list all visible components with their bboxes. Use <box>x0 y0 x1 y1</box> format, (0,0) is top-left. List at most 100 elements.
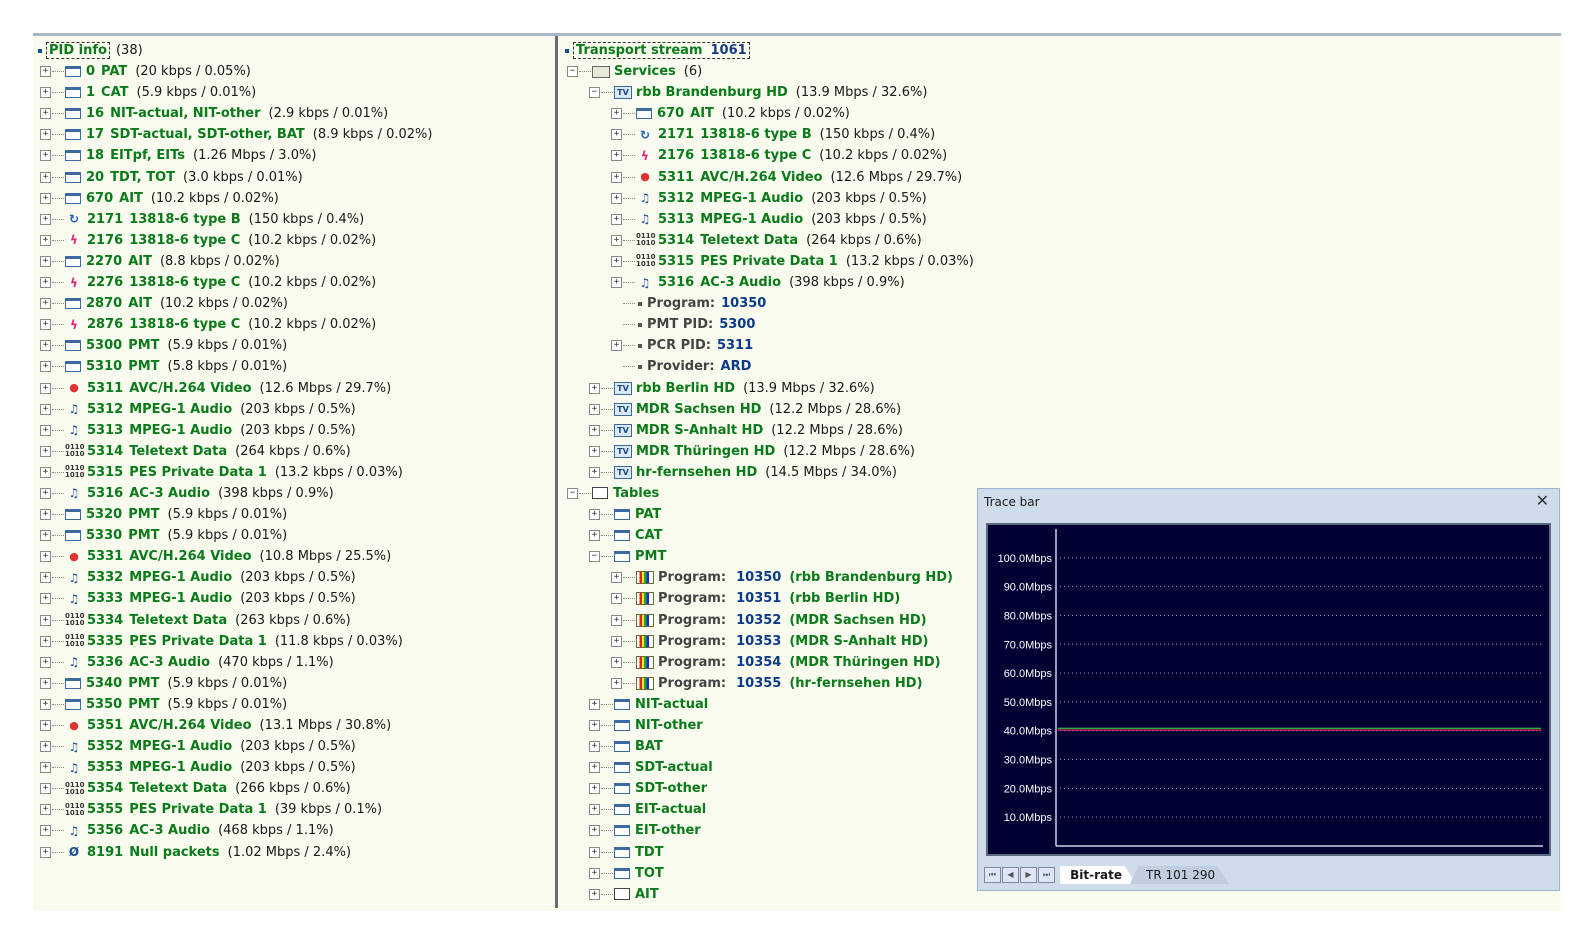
first-page-icon[interactable]: ⏮ <box>984 867 1001 883</box>
pid-row[interactable]: +5300 PMT (5.9 kbps / 0.01%) <box>38 335 548 356</box>
service-property[interactable]: + PCR PID: 5311 <box>565 335 1565 356</box>
expand-toggle[interactable]: + <box>40 277 51 289</box>
pid-info-root[interactable]: PID info (38) <box>38 40 548 61</box>
expand-toggle[interactable]: + <box>589 424 600 436</box>
service-node[interactable]: + TV rbb Berlin HD (13.9 Mbps / 32.6%) <box>565 378 1565 399</box>
pid-row[interactable]: +5320 PMT (5.9 kbps / 0.01%) <box>38 504 548 525</box>
expand-toggle[interactable]: + <box>40 741 51 753</box>
expand-toggle[interactable]: + <box>589 804 600 816</box>
expand-toggle[interactable]: + <box>589 741 600 753</box>
pid-row[interactable]: + ♫ 5313 MPEG-1 Audio (203 kbps / 0.5%) <box>565 209 1565 230</box>
expand-toggle[interactable]: + <box>611 150 622 162</box>
expand-toggle[interactable]: + <box>40 445 51 457</box>
expand-toggle[interactable]: + <box>589 846 600 858</box>
expand-toggle[interactable]: + <box>40 255 51 267</box>
pid-row[interactable]: + ♫ 5312 MPEG-1 Audio (203 kbps / 0.5%) <box>565 188 1565 209</box>
pid-row[interactable]: + ϟ 2176 13818-6 type C (10.2 kbps / 0.02%) <box>38 230 548 251</box>
expand-toggle[interactable]: + <box>611 614 622 626</box>
expand-toggle[interactable]: + <box>40 361 51 373</box>
expand-toggle[interactable]: + <box>611 129 622 141</box>
next-page-icon[interactable]: ▶ <box>1020 867 1037 883</box>
pid-row[interactable]: +20 TDT, TOT (3.0 kbps / 0.01%) <box>38 167 548 188</box>
service-property[interactable]: PMT PID: 5300 <box>565 314 1565 335</box>
pid-row[interactable]: + ● 5311 AVC/H.264 Video (12.6 Mbps / 29.7%) <box>38 378 548 399</box>
service-node-expanded[interactable]: − TV rbb Brandenburg HD (13.9 Mbps / 32.6%) <box>565 82 1565 103</box>
service-node[interactable]: + TV hr-fernsehen HD (14.5 Mbps / 34.0%) <box>565 462 1565 483</box>
pid-row[interactable]: +0110 1010 5315 PES Private Data 1 (13.2 kbp… <box>38 462 548 483</box>
expand-toggle[interactable]: + <box>40 551 51 563</box>
expand-toggle[interactable]: + <box>589 509 600 521</box>
expand-toggle[interactable]: + <box>40 825 51 837</box>
pid-row[interactable]: +0110 1010 5315 PES Private Data 1 (13.2 kbp… <box>565 251 1565 272</box>
expand-toggle[interactable]: + <box>40 783 51 795</box>
expand-toggle[interactable]: + <box>589 466 600 478</box>
expand-toggle[interactable]: + <box>40 108 51 120</box>
expand-toggle[interactable]: + <box>40 382 51 394</box>
expand-toggle[interactable]: + <box>611 656 622 668</box>
pid-row[interactable]: + ♫ 5353 MPEG-1 Audio (203 kbps / 0.5%) <box>38 757 548 778</box>
expand-toggle[interactable]: + <box>40 213 51 225</box>
expand-toggle[interactable]: + <box>611 593 622 605</box>
expand-toggle[interactable]: + <box>611 192 622 204</box>
service-node[interactable]: + TV MDR S-Anhalt HD (12.2 Mbps / 28.6%) <box>565 420 1565 441</box>
pid-row[interactable]: + ♫ 5336 AC-3 Audio (470 kbps / 1.1%) <box>38 652 548 673</box>
expand-toggle[interactable]: + <box>40 572 51 584</box>
pid-row[interactable]: +1 CAT (5.9 kbps / 0.01%) <box>38 82 548 103</box>
expand-toggle[interactable]: + <box>589 698 600 710</box>
expand-toggle[interactable]: + <box>589 530 600 542</box>
services-node[interactable]: − Services (6) <box>565 61 1565 82</box>
pid-row[interactable]: +0110 1010 5354 Teletext Data (266 kbps / 0.… <box>38 778 548 799</box>
expand-toggle[interactable]: + <box>611 234 622 246</box>
pid-row[interactable]: +0110 1010 5314 Teletext Data (264 kbps / 0.… <box>565 230 1565 251</box>
expand-toggle[interactable]: + <box>40 804 51 816</box>
pid-row[interactable]: + Ø 8191 Null packets (1.02 Mbps / 2.4%) <box>38 842 548 863</box>
service-property[interactable]: Program: 10350 <box>565 293 1565 314</box>
pid-row[interactable]: + ♫ 5356 AC-3 Audio (468 kbps / 1.1%) <box>38 820 548 841</box>
service-node[interactable]: + TV MDR Sachsen HD (12.2 Mbps / 28.6%) <box>565 399 1565 420</box>
service-property[interactable]: Provider: ARD <box>565 356 1565 377</box>
pid-row[interactable]: + ♫ 5332 MPEG-1 Audio (203 kbps / 0.5%) <box>38 567 548 588</box>
transport-stream-root[interactable]: Transport stream 1061 <box>565 40 1565 61</box>
expand-toggle[interactable]: + <box>40 509 51 521</box>
service-node[interactable]: + TV MDR Thüringen HD (12.2 Mbps / 28.6%) <box>565 441 1565 462</box>
pid-row[interactable]: + ● 5331 AVC/H.264 Video (10.8 Mbps / 25.5%) <box>38 546 548 567</box>
expand-toggle[interactable]: + <box>611 213 622 225</box>
pid-row[interactable]: +670 AIT (10.2 kbps / 0.02%) <box>38 188 548 209</box>
pid-row[interactable]: + ↻ 2171 13818-6 type B (150 kbps / 0.4%) <box>565 124 1565 145</box>
expand-toggle[interactable]: + <box>40 66 51 78</box>
expand-toggle[interactable]: + <box>40 762 51 774</box>
pid-row[interactable]: +18 EITpf, EITs (1.26 Mbps / 3.0%) <box>38 145 548 166</box>
pid-row[interactable]: + ♫ 5313 MPEG-1 Audio (203 kbps / 0.5%) <box>38 420 548 441</box>
expand-toggle[interactable]: + <box>611 572 622 584</box>
expand-toggle[interactable]: + <box>40 192 51 204</box>
expand-toggle[interactable]: + <box>40 171 51 183</box>
pid-row[interactable]: + ♫ 5316 AC-3 Audio (398 kbps / 0.9%) <box>38 483 548 504</box>
expand-toggle[interactable]: + <box>40 424 51 436</box>
last-page-icon[interactable]: ⏭ <box>1038 867 1055 883</box>
pid-row[interactable]: +0110 1010 5335 PES Private Data 1 (11.8 kbp… <box>38 631 548 652</box>
pid-row[interactable]: +2870 AIT (10.2 kbps / 0.02%) <box>38 293 548 314</box>
expand-toggle[interactable]: + <box>611 340 622 352</box>
pid-row[interactable]: +0110 1010 5334 Teletext Data (263 kbps / 0.… <box>38 610 548 631</box>
pid-row[interactable]: + ϟ 2276 13818-6 type C (10.2 kbps / 0.02%) <box>38 272 548 293</box>
pane-splitter[interactable] <box>555 36 558 908</box>
expand-toggle[interactable]: + <box>611 635 622 647</box>
expand-toggle[interactable]: + <box>589 867 600 879</box>
collapse-toggle[interactable]: − <box>567 66 578 78</box>
expand-toggle[interactable]: + <box>40 298 51 310</box>
expand-toggle[interactable]: + <box>589 382 600 394</box>
expand-toggle[interactable]: + <box>40 129 51 141</box>
expand-toggle[interactable]: + <box>589 403 600 415</box>
expand-toggle[interactable]: + <box>611 171 622 183</box>
pid-row[interactable]: +16 NIT-actual, NIT-other (2.9 kbps / 0.01… <box>38 103 548 124</box>
pid-row[interactable]: + ♫ 5333 MPEG-1 Audio (203 kbps / 0.5%) <box>38 588 548 609</box>
expand-toggle[interactable]: + <box>40 340 51 352</box>
pid-row[interactable]: +5310 PMT (5.8 kbps / 0.01%) <box>38 356 548 377</box>
pid-row[interactable]: + ϟ 2876 13818-6 type C (10.2 kbps / 0.02%) <box>38 314 548 335</box>
expand-toggle[interactable]: + <box>589 888 600 900</box>
tab-bit-rate[interactable]: Bit-rate <box>1060 866 1137 884</box>
expand-toggle[interactable]: + <box>40 846 51 858</box>
expand-toggle[interactable]: + <box>40 635 51 647</box>
pid-row[interactable]: +0110 1010 5355 PES Private Data 1 (39 kbps … <box>38 799 548 820</box>
pid-row[interactable]: + ↻ 2171 13818-6 type B (150 kbps / 0.4%) <box>38 209 548 230</box>
